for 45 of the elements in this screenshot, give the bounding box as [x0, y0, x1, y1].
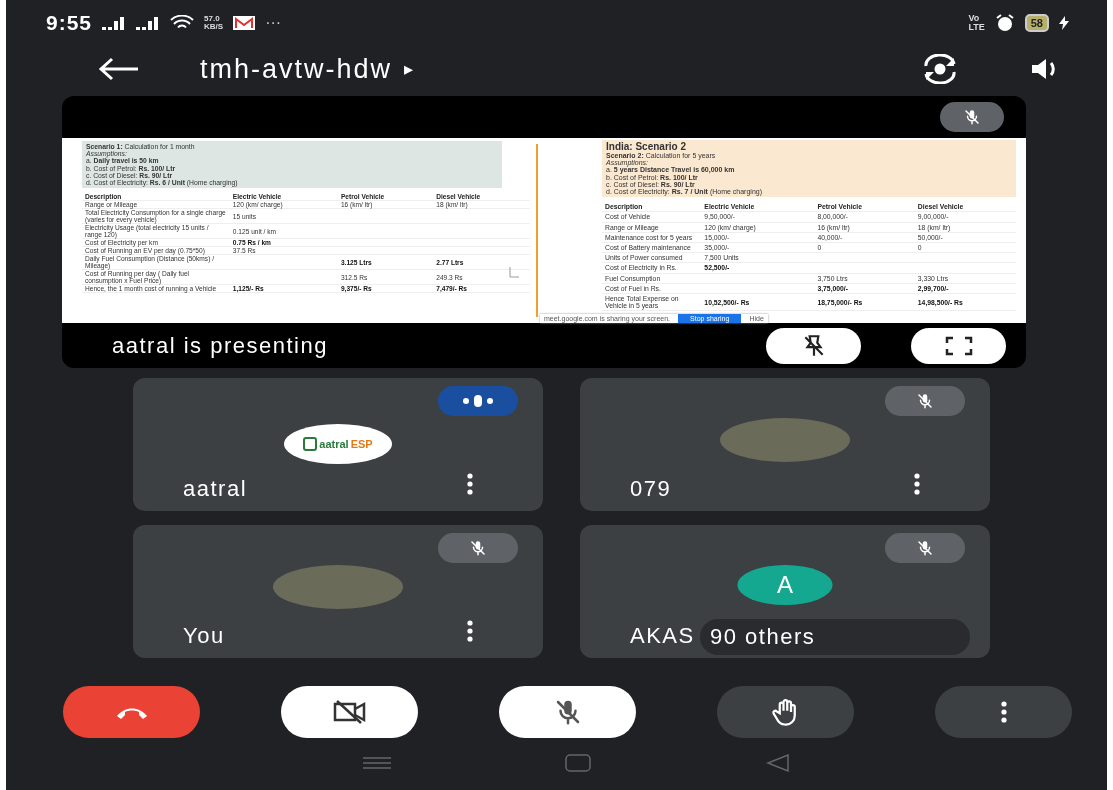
participant-name: aatral [183, 477, 248, 502]
mic-off-icon [963, 108, 981, 126]
unpin-button[interactable] [766, 327, 861, 364]
slide-heading: India: Scenario 2 [606, 142, 688, 152]
volte-label: Vo [968, 13, 981, 23]
more-options-icon[interactable] [467, 473, 473, 496]
more-options-icon[interactable] [914, 473, 920, 496]
back-triangle-icon[interactable] [765, 754, 790, 773]
fullscreen-icon [944, 335, 973, 356]
alarm-icon [994, 13, 1015, 32]
charging-icon [1059, 15, 1069, 30]
logo-text: aatral [319, 438, 349, 451]
home-square-icon[interactable] [565, 754, 592, 773]
more-options-icon[interactable] [467, 620, 473, 643]
others-count: 90 others [700, 619, 970, 656]
battery-level: 58 [1024, 13, 1049, 32]
status-time: 9:55 [46, 10, 93, 35]
signal-icon [136, 14, 161, 31]
raise-hand-button[interactable] [717, 686, 854, 739]
more-options-icon [1000, 701, 1007, 724]
mail-icon [233, 15, 256, 30]
network-speed-unit: KB/S [204, 22, 224, 31]
letter-avatar: A [737, 565, 833, 606]
camera-button[interactable] [281, 686, 418, 739]
volte-label: LTE [968, 22, 985, 32]
caret-icon: ▸ [404, 58, 414, 80]
logo-icon [303, 437, 318, 452]
microphone-button[interactable] [499, 686, 636, 739]
camera-off-icon [331, 699, 368, 726]
participant-name: AKAS [630, 624, 695, 649]
signal-icon [102, 14, 127, 31]
participant-name: 079 [630, 477, 672, 502]
wifi-icon [170, 14, 195, 31]
mic-off-icon [916, 392, 934, 411]
meeting-code: tmh-avtw-hdw [200, 53, 393, 85]
fullscreen-button[interactable] [911, 327, 1006, 364]
mic-off-icon [916, 539, 934, 558]
presenter-label: aatral is presenting [112, 332, 329, 359]
network-speed: 57.0 [204, 14, 221, 23]
back-arrow-icon[interactable] [98, 57, 140, 81]
more-notifications: ··· [265, 13, 282, 32]
end-call-button[interactable] [63, 686, 200, 739]
mic-off-icon [469, 539, 487, 558]
logo-text: ESP [350, 438, 373, 451]
participant-name: You [183, 624, 225, 649]
